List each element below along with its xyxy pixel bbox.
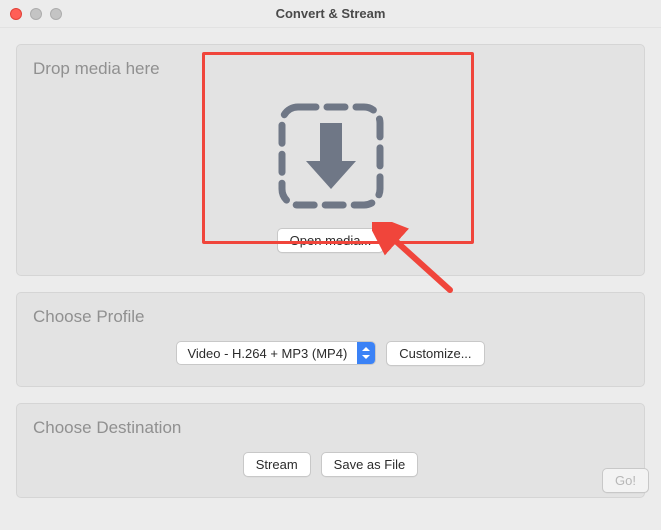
customize-button[interactable]: Customize... bbox=[386, 341, 484, 366]
drop-media-panel: Drop media here Open media... bbox=[16, 44, 645, 276]
drop-arrow-icon bbox=[276, 101, 386, 214]
titlebar: Convert & Stream bbox=[0, 0, 661, 28]
close-window-button[interactable] bbox=[10, 8, 22, 20]
footer: Go! bbox=[602, 468, 649, 493]
zoom-window-button[interactable] bbox=[50, 8, 62, 20]
choose-destination-panel: Choose Destination Stream Save as File bbox=[16, 403, 645, 498]
select-arrows-icon bbox=[357, 342, 375, 364]
choose-profile-title: Choose Profile bbox=[33, 307, 628, 327]
minimize-window-button[interactable] bbox=[30, 8, 42, 20]
choose-destination-title: Choose Destination bbox=[33, 418, 628, 438]
open-media-button[interactable]: Open media... bbox=[277, 228, 385, 253]
drop-zone[interactable]: Open media... bbox=[33, 89, 628, 259]
stream-button[interactable]: Stream bbox=[243, 452, 311, 477]
window-controls bbox=[10, 8, 62, 20]
save-as-file-button[interactable]: Save as File bbox=[321, 452, 419, 477]
go-button[interactable]: Go! bbox=[602, 468, 649, 493]
drop-media-title: Drop media here bbox=[33, 59, 628, 79]
profile-select[interactable]: Video - H.264 + MP3 (MP4) bbox=[176, 341, 376, 365]
content-area: Drop media here Open media... Choose Pro… bbox=[0, 28, 661, 530]
window-title: Convert & Stream bbox=[0, 6, 661, 21]
choose-profile-panel: Choose Profile Video - H.264 + MP3 (MP4)… bbox=[16, 292, 645, 387]
profile-select-value: Video - H.264 + MP3 (MP4) bbox=[177, 342, 357, 364]
